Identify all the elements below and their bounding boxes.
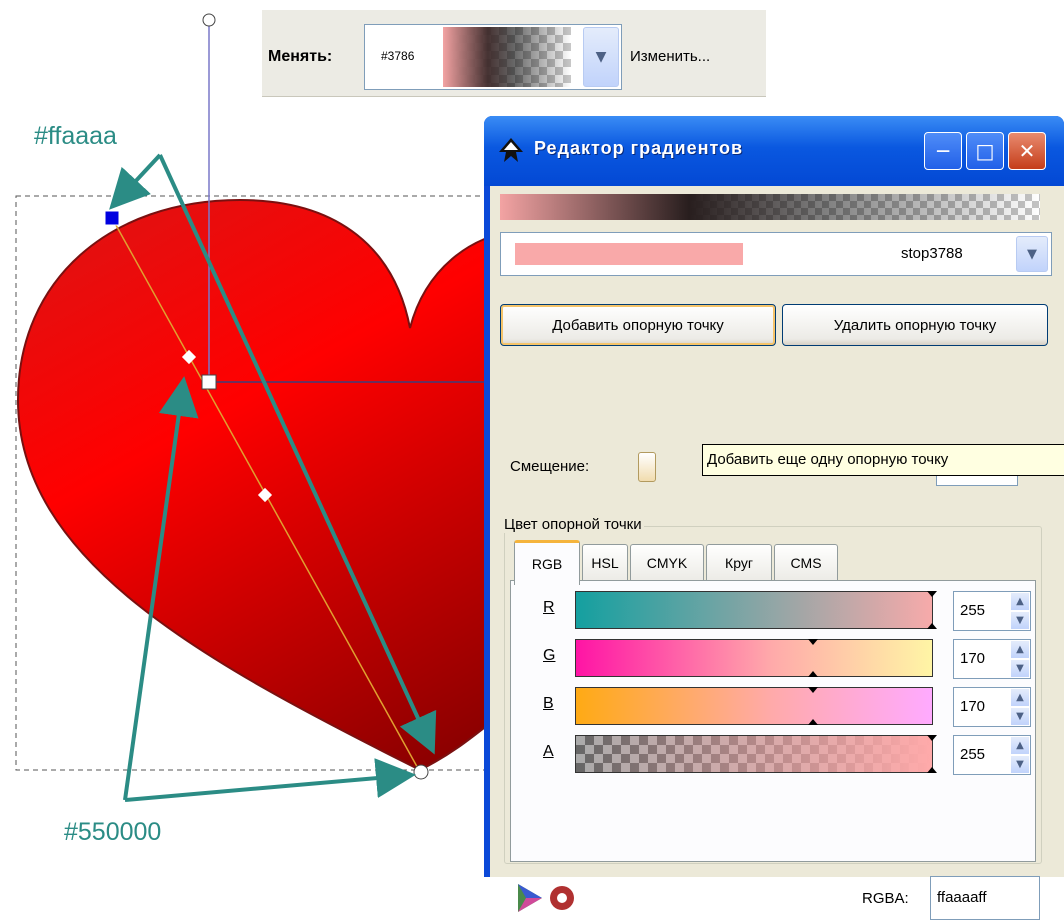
rotation-handle[interactable]: [202, 13, 216, 27]
slider-marker: [927, 623, 937, 629]
color-picker-icons: [518, 884, 574, 912]
slider-marker: [808, 687, 818, 693]
value-b: 170: [960, 698, 986, 715]
channel-label-b: B: [543, 695, 554, 712]
color-managed-icon[interactable]: [518, 884, 542, 912]
tab-hsl[interactable]: HSL: [582, 544, 628, 581]
stop-color-swatch: [515, 243, 743, 265]
change-label: Менять:: [268, 48, 333, 65]
gradient-toolbar: Менять: #3786 ▼ Изменить...: [262, 10, 766, 97]
rgba-label: RGBA:: [862, 890, 909, 907]
spin-down-icon[interactable]: ▼: [1011, 708, 1029, 725]
chevron-down-icon[interactable]: ▼: [1016, 236, 1048, 272]
rgba-input[interactable]: ffaaaaff: [930, 876, 1040, 920]
title-bar[interactable]: Редактор градиентов ─ □ ✕: [484, 116, 1064, 186]
annotation-arrow-bottom: [124, 758, 416, 802]
spin-b[interactable]: 170 ▲ ▼: [953, 687, 1031, 727]
gradient-end-stop-handle[interactable]: [413, 764, 429, 780]
gradient-preview-bar: [500, 194, 1040, 220]
add-stop-button[interactable]: Добавить опорную точку: [500, 304, 776, 346]
minimize-icon: ─: [936, 139, 950, 163]
value-g: 170: [960, 650, 986, 667]
maximize-icon: □: [975, 139, 995, 163]
value-a: 255: [960, 746, 986, 763]
tab-rgb[interactable]: RGB: [514, 540, 580, 585]
gradient-select[interactable]: #3786 ▼: [364, 24, 622, 90]
rgba-value: ffaaaaff: [937, 889, 987, 906]
slider-r[interactable]: [575, 591, 937, 629]
spin-g[interactable]: 170 ▲ ▼: [953, 639, 1031, 679]
tab-cms[interactable]: CMS: [774, 544, 838, 581]
tab-cmyk[interactable]: CMYK: [630, 544, 704, 581]
slider-marker: [808, 639, 818, 645]
gradient-center-handle[interactable]: [201, 374, 217, 390]
spin-down-icon[interactable]: ▼: [1011, 612, 1029, 629]
channel-label-g: G: [543, 647, 556, 664]
channel-label-r: R: [543, 599, 555, 616]
color-wheel-icon[interactable]: [550, 886, 574, 910]
gradient-preview: [443, 27, 571, 87]
gradient-editor-dialog: Редактор градиентов ─ □ ✕ stop3788 ▼ Доб…: [484, 116, 1064, 920]
offset-label: Смещение:: [510, 458, 590, 475]
slider-b[interactable]: [575, 687, 933, 725]
slider-marker: [927, 591, 937, 597]
stop-color-group-title: Цвет опорной точки: [502, 516, 644, 533]
chevron-down-icon[interactable]: ▼: [583, 27, 619, 87]
tab-wheel[interactable]: Круг: [706, 544, 772, 581]
inkscape-icon: [499, 138, 523, 162]
color-label-top: #ffaaaa: [34, 122, 117, 150]
slider-marker: [927, 735, 937, 741]
offset-slider-handle[interactable]: [638, 452, 656, 482]
slider-marker: [808, 671, 818, 677]
maximize-button[interactable]: □: [966, 132, 1004, 170]
channel-label-a: A: [543, 743, 554, 760]
value-r: 255: [960, 602, 986, 619]
close-icon: ✕: [1018, 139, 1036, 163]
spin-up-icon[interactable]: ▲: [1011, 689, 1029, 706]
spin-up-icon[interactable]: ▲: [1011, 593, 1029, 610]
spin-down-icon[interactable]: ▼: [1011, 756, 1029, 773]
dialog-title: Редактор градиентов: [534, 138, 744, 158]
rgb-panel: R 255 ▲ ▼ G 170 ▲ ▼ B 170 ▲ ▼ A 255 ▲ ▼: [510, 580, 1036, 862]
gradient-start-stop-handle[interactable]: [104, 210, 120, 226]
spin-up-icon[interactable]: ▲: [1011, 737, 1029, 754]
delete-stop-button[interactable]: Удалить опорную точку: [782, 304, 1048, 346]
spin-r[interactable]: 255 ▲ ▼: [953, 591, 1031, 631]
slider-g[interactable]: [575, 639, 933, 677]
tooltip: Добавить еще одну опорную точку: [702, 444, 1064, 476]
stop-name: stop3788: [901, 245, 963, 262]
slider-a[interactable]: [575, 735, 937, 773]
annotation-arrow-top: [109, 153, 162, 210]
spin-down-icon[interactable]: ▼: [1011, 660, 1029, 677]
edit-gradient-button[interactable]: Изменить...: [630, 48, 710, 65]
spin-up-icon[interactable]: ▲: [1011, 641, 1029, 658]
color-label-bottom: #550000: [64, 818, 162, 846]
gradient-id: #3786: [381, 49, 415, 63]
slider-marker: [927, 767, 937, 773]
spin-a[interactable]: 255 ▲ ▼: [953, 735, 1031, 775]
dialog-client-area: stop3788 ▼ Добавить опорную точку Удалит…: [490, 186, 1064, 920]
heart-shape[interactable]: [16, 198, 521, 772]
stop-select[interactable]: stop3788 ▼: [500, 232, 1052, 276]
close-button[interactable]: ✕: [1008, 132, 1046, 170]
slider-marker: [808, 719, 818, 725]
minimize-button[interactable]: ─: [924, 132, 962, 170]
